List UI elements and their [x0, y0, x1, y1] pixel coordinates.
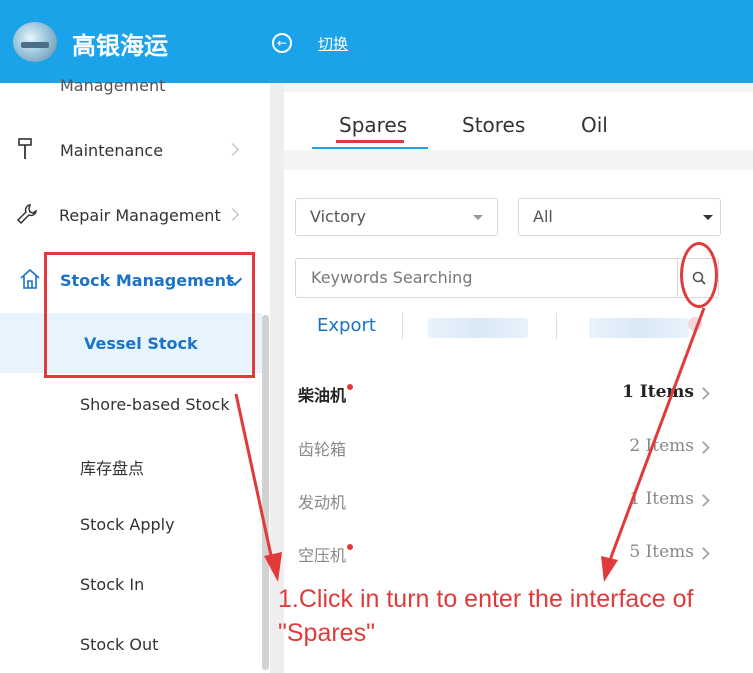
annotation-text: 1.Click in turn to enter the interface o… — [278, 585, 694, 647]
annotation-arrows — [234, 307, 706, 582]
